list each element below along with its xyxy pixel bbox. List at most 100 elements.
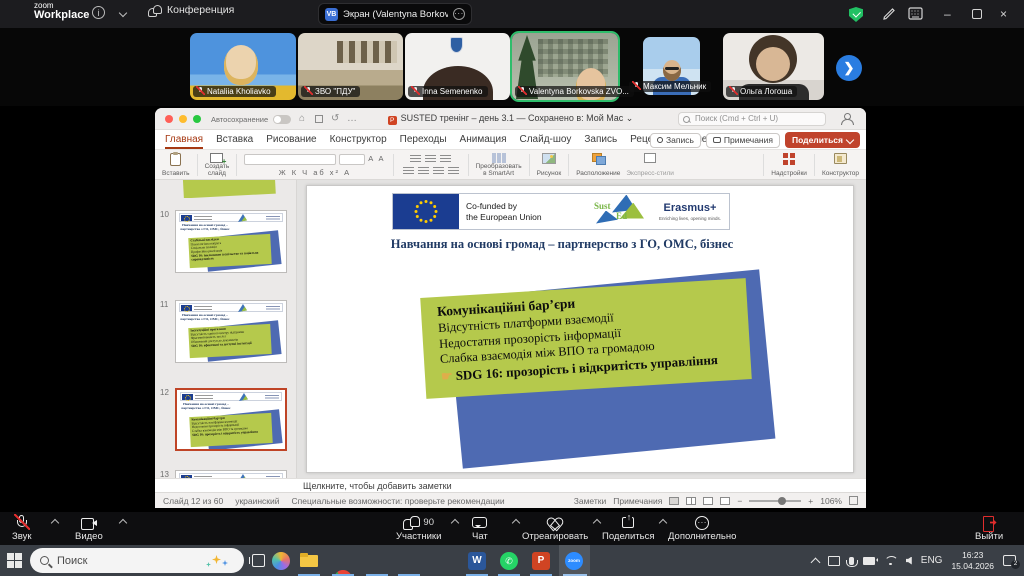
paste-button[interactable]: Вставить <box>159 152 193 178</box>
video-tile-active-speaker[interactable]: Valentyna Borkovska ZVO... <box>512 33 618 100</box>
video-tile[interactable]: Максим Мельник <box>643 37 700 95</box>
tab-insert[interactable]: Вставка <box>216 130 253 149</box>
whatsapp-icon[interactable]: ✆ <box>500 552 518 570</box>
security-shield-icon[interactable] <box>849 7 863 22</box>
powerpoint-icon[interactable]: P <box>532 552 550 570</box>
start-button[interactable] <box>7 553 22 568</box>
profile-icon[interactable] <box>841 113 852 124</box>
font-size-select[interactable] <box>339 154 365 165</box>
task-view-button[interactable] <box>252 554 265 567</box>
new-slide-button[interactable]: Создать слайд <box>202 152 233 178</box>
font-name-select[interactable] <box>244 154 336 165</box>
align-left-icon[interactable] <box>403 167 414 176</box>
slide-thumbnail[interactable]: Навчання на основі громад – партнерство … <box>175 210 287 273</box>
mic-tray-icon[interactable] <box>849 557 854 565</box>
video-button[interactable]: Видео <box>75 515 103 542</box>
share-screen-button[interactable]: Поделиться <box>602 515 654 542</box>
video-tile[interactable]: Ольга Логоша <box>723 33 824 100</box>
tab-shared-screen[interactable]: VB Экран (Valentyna Borkovska ZVO ··· <box>318 3 472 25</box>
notes-toggle[interactable]: Заметки <box>574 496 607 506</box>
addins-button[interactable]: Надстройки <box>768 152 810 178</box>
video-tile[interactable]: Inna Semenenko <box>405 33 510 100</box>
tab-record[interactable]: Запись <box>584 130 617 149</box>
slide-green-textbox[interactable]: Комунікаційні бар’єри Відсутність платфо… <box>420 278 752 398</box>
tab-slideshow[interactable]: Слайд-шоу <box>520 130 572 149</box>
bullets-icon[interactable] <box>410 155 421 164</box>
file-explorer-icon[interactable] <box>300 552 318 570</box>
audio-button[interactable]: Звук <box>12 515 31 542</box>
justify-icon[interactable] <box>448 167 459 176</box>
tab-home[interactable]: Главная <box>165 130 203 149</box>
copilot-app-icon[interactable] <box>272 552 290 570</box>
indent-icon[interactable] <box>440 155 451 164</box>
language-indicator[interactable]: украинский <box>235 496 279 506</box>
close-button[interactable]: × <box>1000 8 1007 20</box>
taskbar-search-input[interactable]: Поиск <box>30 548 244 573</box>
fit-slide-button[interactable] <box>849 496 858 505</box>
chevron-down-icon[interactable] <box>119 9 127 17</box>
leave-button[interactable]: Выйти <box>975 515 1003 542</box>
wifi-icon[interactable] <box>884 556 897 566</box>
tab-meeting[interactable]: Конференция <box>148 4 234 16</box>
video-options-chevron[interactable] <box>119 519 127 527</box>
align-center-icon[interactable] <box>418 167 429 176</box>
arrange-button[interactable]: Расположение <box>573 152 623 178</box>
more-options-icon[interactable]: ··· <box>453 8 465 20</box>
notes-pane[interactable]: Щелкните, чтобы добавить заметки <box>155 478 866 492</box>
slide-thumbnails-pane[interactable]: Особи з інвалідністю – 6%SDG 16: відновл… <box>155 180 297 478</box>
designer-button[interactable]: Конструктор <box>819 152 862 178</box>
font-size-buttons[interactable]: A A <box>368 154 385 165</box>
quick-styles-button[interactable]: Экспресс-стили <box>623 152 677 178</box>
slideshow-button[interactable] <box>720 497 730 505</box>
zoom-out-button[interactable]: − <box>737 496 742 506</box>
tab-design[interactable]: Конструктор <box>330 130 387 149</box>
zoom-level[interactable]: 106% <box>820 496 842 506</box>
record-button[interactable]: Запись <box>650 133 701 148</box>
share-options-chevron[interactable] <box>659 519 667 527</box>
slide-title[interactable]: Навчання на основі громад – партнерство … <box>382 236 742 253</box>
slide-thumbnail[interactable]: Навчання на основі громад – партнерство … <box>175 300 287 363</box>
zoom-slider[interactable] <box>749 500 801 502</box>
zoom-in-button[interactable]: + <box>808 496 813 506</box>
current-slide[interactable]: Co-funded by the European Union Sust Ed … <box>306 185 854 473</box>
annotate-pencil-icon[interactable] <box>882 7 896 21</box>
maximize-button[interactable] <box>972 9 982 19</box>
zoom-app-icon[interactable]: zoom <box>565 552 583 570</box>
slide-thumbnail[interactable]: Особи з інвалідністю – 6%SDG 16: відновл… <box>175 180 287 198</box>
react-button[interactable]: Отреагировать <box>522 515 588 542</box>
comments-button[interactable]: Примечания <box>706 133 780 148</box>
chat-button[interactable]: Чат <box>472 515 488 542</box>
video-tile[interactable]: Nataliia Kholiavko <box>190 33 296 100</box>
camera-tray-icon[interactable] <box>863 557 875 565</box>
tray-expand-chevron[interactable] <box>810 557 820 567</box>
comments-toggle[interactable]: Примечания <box>613 496 662 506</box>
reading-view-button[interactable] <box>703 497 713 505</box>
keyboard-icon[interactable] <box>908 7 923 20</box>
accessibility-check[interactable]: Специальные возможности: проверьте реком… <box>292 496 505 506</box>
align-right-icon[interactable] <box>433 167 444 176</box>
normal-view-button[interactable] <box>669 497 679 505</box>
display-tray-icon[interactable] <box>828 556 840 566</box>
clock[interactable]: 16:23 15.04.2026 <box>951 550 994 571</box>
ppt-search-input[interactable]: Поиск (Cmd + Ctrl + U) <box>678 112 826 126</box>
tab-transitions[interactable]: Переходы <box>400 130 447 149</box>
bold-italic-underline-buttons[interactable]: Ж К Ч <box>279 168 309 177</box>
participants-options-chevron[interactable] <box>451 519 459 527</box>
slide-sorter-button[interactable] <box>686 497 696 505</box>
numbering-icon[interactable] <box>425 155 436 164</box>
tab-animations[interactable]: Анимация <box>460 130 507 149</box>
notification-center-icon[interactable]: 2 <box>1003 555 1016 566</box>
info-icon[interactable]: i <box>92 6 105 19</box>
tab-draw[interactable]: Рисование <box>266 130 316 149</box>
more-button[interactable]: ··· Дополнительно <box>668 515 736 542</box>
audio-options-chevron[interactable] <box>51 519 59 527</box>
smartart-button[interactable]: Преобразовать в SmartArt <box>473 152 525 178</box>
language-switcher[interactable]: ENG <box>921 555 943 566</box>
slide-thumbnail-selected[interactable]: Навчання на основі громад – партнерство … <box>175 388 287 451</box>
share-button[interactable]: Поделиться <box>785 132 860 148</box>
participants-button[interactable]: 90 Участники <box>396 515 441 542</box>
video-tile[interactable]: ЗВО "ПДУ" <box>298 33 403 100</box>
react-options-chevron[interactable] <box>593 519 601 527</box>
slide-thumbnail[interactable] <box>175 470 287 478</box>
chat-options-chevron[interactable] <box>512 519 520 527</box>
